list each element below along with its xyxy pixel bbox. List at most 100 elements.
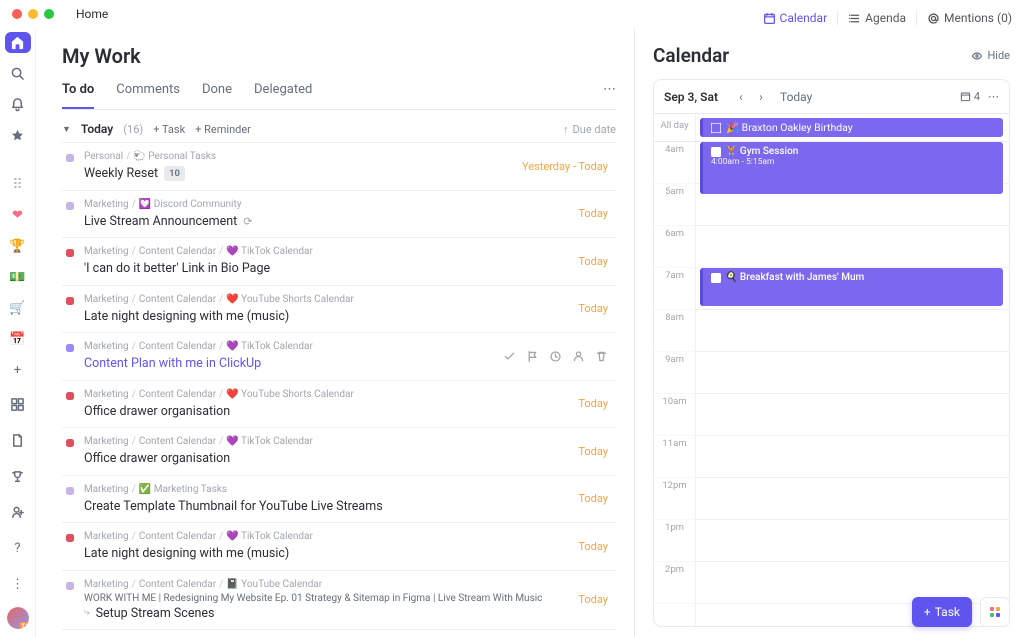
minimize-window[interactable] (28, 9, 38, 19)
traffic-lights (12, 9, 54, 19)
status-dot[interactable] (66, 534, 74, 542)
clock-icon[interactable] (549, 350, 562, 363)
task-row[interactable]: Marketing/Content Calendar/💜 TikTok Cale… (62, 522, 616, 570)
calendar-event[interactable]: 🏋️ Gym Session4:00am - 5:15am (700, 142, 1003, 194)
calendar-link[interactable]: Calendar (763, 11, 828, 25)
tab-delegated[interactable]: Delegated (254, 82, 312, 109)
task-row[interactable]: Marketing/Content Calendar/❤️ YouTube Sh… (62, 380, 616, 428)
calendar-event[interactable]: 🍳 Breakfast with James' Mum (700, 268, 1003, 306)
task-row[interactable]: Marketing/Content Calendar/💜 TikTok Cale… (62, 237, 616, 285)
nav-goals[interactable] (5, 463, 31, 489)
nav-people[interactable] (5, 499, 31, 525)
nav-favorites[interactable] (5, 125, 31, 146)
space-heart[interactable]: ❤ (5, 205, 31, 226)
status-dot[interactable] (66, 297, 74, 305)
status-dot[interactable] (66, 439, 74, 447)
space-cal[interactable]: 📅 (5, 329, 31, 350)
hour-slot[interactable] (696, 478, 1009, 520)
allday-event[interactable]: 🎉 Braxton Oakley Birthday (700, 118, 1003, 137)
task-title: Content Plan with me in ClickUp (84, 355, 493, 373)
add-task[interactable]: + Task (153, 123, 185, 136)
due-date[interactable]: Today (578, 255, 616, 268)
next-day[interactable]: › (754, 90, 768, 104)
status-dot[interactable] (66, 202, 74, 210)
list-icon (848, 12, 861, 25)
maximize-window[interactable] (44, 9, 54, 19)
tab-comments[interactable]: Comments (116, 82, 180, 109)
status-dot[interactable] (66, 392, 74, 400)
nav-dashboards[interactable] (5, 391, 31, 417)
hour-slot[interactable] (696, 352, 1009, 394)
today-button[interactable]: Today (780, 90, 812, 104)
check-icon[interactable] (503, 350, 516, 363)
nav-help[interactable]: ? (5, 535, 31, 561)
task-row[interactable]: Marketing/✅ Marketing TasksCreate Templa… (62, 475, 616, 523)
due-date[interactable]: Today (578, 492, 616, 505)
nav-notifications[interactable] (5, 94, 31, 115)
event-time: 4:00am - 5:15am (711, 157, 995, 167)
tab-done[interactable]: Done (202, 82, 232, 109)
tabs-more[interactable]: ⋯ (603, 82, 616, 109)
add-reminder[interactable]: + Reminder (195, 123, 251, 136)
task-row[interactable]: Marketing/Content Calendar/❤️ YouTube Sh… (62, 285, 616, 333)
calendar-more[interactable]: ⋯ (988, 90, 999, 103)
time-label: 1pm (654, 520, 695, 562)
app-launcher[interactable] (980, 597, 1010, 627)
chevron-down-icon[interactable]: ▼ (62, 124, 71, 135)
due-date[interactable]: Today (578, 445, 616, 458)
hide-calendar[interactable]: Hide (971, 49, 1010, 62)
close-window[interactable] (12, 9, 22, 19)
nav-more[interactable]: ⋮ (5, 571, 31, 597)
flag-icon[interactable] (526, 350, 539, 363)
agenda-link[interactable]: Agenda (848, 11, 906, 25)
tab-todo[interactable]: To do (62, 82, 94, 109)
due-date[interactable]: Today (578, 207, 616, 220)
nav-search[interactable] (5, 63, 31, 84)
task-row[interactable]: Personal/🐑 Personal TasksWeekly Reset10Y… (62, 142, 616, 190)
task-row[interactable]: Marketing/Content Calendar/💜 TikTok Cale… (62, 427, 616, 475)
due-date[interactable]: Today (578, 397, 616, 410)
space-money[interactable]: 💵 (5, 267, 31, 288)
window-title: Home (76, 7, 108, 21)
hour-slot[interactable] (696, 310, 1009, 352)
status-dot[interactable] (66, 154, 74, 162)
space-trophy[interactable]: 🏆 (5, 236, 31, 257)
task-row[interactable]: Marketing/Content Calendar/💜 TikTok Cale… (62, 332, 616, 380)
create-task-button[interactable]: + Task (912, 597, 972, 627)
status-dot[interactable] (66, 582, 74, 590)
nav-docs[interactable] (5, 427, 31, 453)
add-space[interactable]: + (5, 360, 31, 381)
hour-slot[interactable] (696, 520, 1009, 562)
status-dot[interactable] (66, 487, 74, 495)
calendar-nav: ‹ › (734, 90, 768, 104)
task-body: Marketing/Content Calendar/📓 YouTube Cal… (84, 578, 568, 623)
nav-home[interactable] (5, 32, 31, 53)
prev-day[interactable]: ‹ (734, 90, 748, 104)
due-date[interactable]: Today (578, 302, 616, 315)
user-avatar[interactable]: TA (7, 607, 29, 629)
time-slots[interactable]: 🏋️ Gym Session4:00am - 5:15am 🍳 Breakfast… (696, 142, 1009, 626)
event-count[interactable]: 4 (960, 90, 980, 103)
hour-slot[interactable] (696, 226, 1009, 268)
space-cart[interactable]: 🛒 (5, 298, 31, 319)
due-date[interactable]: Today (578, 540, 616, 553)
task-body: Marketing/Content Calendar/💜 TikTok Cale… (84, 340, 493, 373)
task-row[interactable]: Marketing/Content Calendar/📰 Weekly News… (62, 629, 616, 637)
trash-icon[interactable] (595, 350, 608, 363)
spaces-toggle[interactable]: ⠿ (5, 174, 31, 195)
status-dot[interactable] (66, 249, 74, 257)
mentions-link[interactable]: Mentions (0) (927, 11, 1012, 25)
task-body: Marketing/Content Calendar/💜 TikTok Cale… (84, 245, 568, 278)
due-date-header[interactable]: ↑ Due date (563, 123, 616, 136)
status-dot[interactable] (66, 344, 74, 352)
due-date[interactable]: Yesterday - Today (522, 160, 616, 173)
grid-icon (10, 397, 25, 412)
task-row[interactable]: Marketing/💟 Discord CommunityLive Stream… (62, 190, 616, 238)
due-date[interactable]: Today (578, 593, 616, 606)
calendar-grid[interactable]: 4am5am6am7am8am9am10am11am12pm1pm2pm 🏋️ … (654, 142, 1009, 626)
task-row[interactable]: Marketing/Content Calendar/📓 YouTube Cal… (62, 570, 616, 630)
gcal-icon (711, 273, 721, 283)
hour-slot[interactable] (696, 394, 1009, 436)
user-icon[interactable] (572, 350, 585, 363)
hour-slot[interactable] (696, 436, 1009, 478)
